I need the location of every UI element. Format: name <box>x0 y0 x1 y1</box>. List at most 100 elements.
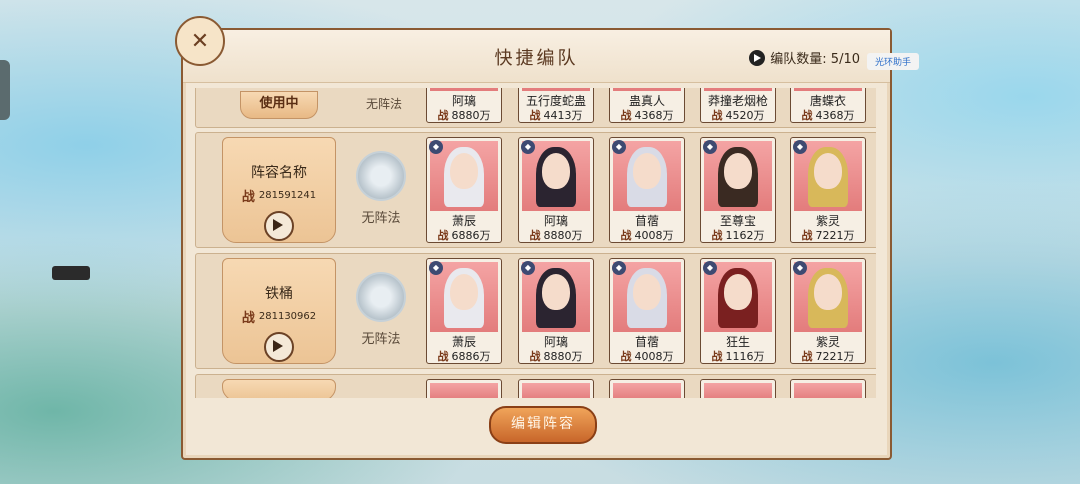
hero-face <box>724 153 752 189</box>
hero-power: 战 7221万 <box>801 229 855 242</box>
hero-face <box>633 274 661 310</box>
hero-power: 战 4008万 <box>620 350 674 363</box>
hero-power: 战 1116万 <box>711 350 765 363</box>
hero-portrait <box>430 383 498 398</box>
hero-face <box>724 274 752 310</box>
element-icon: ◆ <box>612 140 626 154</box>
element-icon: ◆ <box>521 140 535 154</box>
formation-slot[interactable]: 无阵法 <box>346 272 416 347</box>
team-row-active[interactable]: 使用中 无阵法 阿璃 战 8880万 五行度蛇蛊 战 4413万 蛊真人 战 4368… <box>195 88 876 128</box>
team-row-partial[interactable] <box>195 374 876 398</box>
power-icon: 战 <box>437 109 449 122</box>
element-icon: ◆ <box>703 140 717 154</box>
hero-face <box>542 153 570 189</box>
hero-power: 战 8880万 <box>437 109 491 122</box>
power-icon: 战 <box>711 229 723 242</box>
hero-card[interactable]: 五行度蛇蛊 战 4413万 <box>518 88 594 123</box>
hero-power: 战 6886万 <box>437 229 491 242</box>
close-cat-icon[interactable]: ✕ <box>175 16 225 66</box>
hero-card[interactable] <box>790 379 866 398</box>
hero-portrait <box>794 383 862 398</box>
helper-badge[interactable]: 光环助手 <box>867 53 920 70</box>
power-icon: 战 <box>711 109 723 122</box>
formation-label: 无阵法 <box>366 97 403 111</box>
power-icon: 战 <box>529 109 541 122</box>
team-power: 战 281591241 <box>223 186 335 205</box>
apply-team-button[interactable] <box>264 332 294 362</box>
hero-power: 战 4413万 <box>529 109 583 122</box>
power-icon: 战 <box>437 350 449 363</box>
team-row[interactable]: 铁桶 战 281130962 无阵法 ◆ 萧辰 战 6886万 ◆ 阿璃 战 8880… <box>195 253 876 369</box>
formation-label: 无阵法 <box>361 332 401 347</box>
hero-portrait <box>522 383 590 398</box>
hero-face <box>814 153 842 189</box>
formation-label: 无阵法 <box>361 211 401 226</box>
flag-icon <box>749 49 766 66</box>
hero-card[interactable]: ◆ 苜蓿 战 4008万 <box>609 137 685 243</box>
hero-power: 战 6886万 <box>437 350 491 363</box>
team-card[interactable] <box>222 379 336 398</box>
element-icon: ◆ <box>429 261 443 275</box>
hero-card[interactable]: ◆ 苜蓿 战 4008万 <box>609 258 685 364</box>
team-list[interactable]: 使用中 无阵法 阿璃 战 8880万 五行度蛇蛊 战 4413万 蛊真人 战 4368… <box>195 88 876 398</box>
hero-card[interactable] <box>426 379 502 398</box>
formation-icon <box>356 151 406 201</box>
hero-portrait <box>704 383 772 398</box>
hero-card[interactable]: 莽撞老烟枪 战 4520万 <box>700 88 776 123</box>
hero-face <box>633 153 661 189</box>
hero-power: 战 1162万 <box>711 229 765 242</box>
hero-card[interactable]: 唐蝶衣 战 4368万 <box>790 88 866 123</box>
team-name: 阵容名称 <box>251 165 307 181</box>
hero-power: 战 4008万 <box>620 229 674 242</box>
hero-power: 战 8880万 <box>529 229 583 242</box>
element-icon: ◆ <box>703 261 717 275</box>
map-tag <box>52 266 90 280</box>
hero-card[interactable]: ◆ 阿璃 战 8880万 <box>518 137 594 243</box>
apply-team-button[interactable] <box>264 211 294 241</box>
hero-face <box>542 274 570 310</box>
power-icon: 战 <box>241 311 255 326</box>
edit-team-button[interactable]: 编辑阵容 <box>489 406 597 444</box>
hero-power: 战 4368万 <box>620 109 674 122</box>
hero-face <box>450 274 478 310</box>
hero-card[interactable]: 阿璃 战 8880万 <box>426 88 502 123</box>
hero-portrait <box>522 88 590 91</box>
hero-card[interactable] <box>609 379 685 398</box>
power-icon: 战 <box>801 109 813 122</box>
hero-card[interactable]: ◆ 阿璃 战 8880万 <box>518 258 594 364</box>
hero-portrait <box>613 383 681 398</box>
power-icon: 战 <box>437 229 449 242</box>
in-use-badge: 使用中 <box>240 91 318 119</box>
element-icon: ◆ <box>793 140 807 154</box>
hero-power: 战 4520万 <box>711 109 765 122</box>
power-icon: 战 <box>711 350 723 363</box>
hero-power: 战 8880万 <box>529 350 583 363</box>
power-icon: 战 <box>801 350 813 363</box>
power-icon: 战 <box>620 350 632 363</box>
side-handle[interactable] <box>0 60 10 120</box>
hero-card[interactable] <box>518 379 594 398</box>
hero-card[interactable]: ◆ 狂生 战 1116万 <box>700 258 776 364</box>
hero-card[interactable] <box>700 379 776 398</box>
element-icon: ◆ <box>793 261 807 275</box>
power-icon: 战 <box>529 229 541 242</box>
power-icon: 战 <box>620 109 632 122</box>
team-card[interactable]: 铁桶 战 281130962 <box>222 258 336 364</box>
formation-slot[interactable]: 无阵法 <box>346 151 416 226</box>
hero-power: 战 4368万 <box>801 109 855 122</box>
hero-card[interactable]: ◆ 紫灵 战 7221万 <box>790 137 866 243</box>
power-icon: 战 <box>529 350 541 363</box>
team-power: 战 281130962 <box>223 307 335 326</box>
hero-card[interactable]: ◆ 至尊宝 战 1162万 <box>700 137 776 243</box>
hero-power: 战 7221万 <box>801 350 855 363</box>
team-card[interactable]: 阵容名称 战 281591241 <box>222 137 336 243</box>
hero-portrait <box>794 88 862 91</box>
hero-card[interactable]: 蛊真人 战 4368万 <box>609 88 685 123</box>
quick-team-panel: 快捷编队 编队数量: 5/10 ✕ 使用中 无阵法 阿璃 战 8880万 五行度蛇… <box>175 16 892 460</box>
hero-portrait <box>704 88 772 91</box>
team-row[interactable]: 阵容名称 战 281591241 无阵法 ◆ 萧辰 战 6886万 ◆ 阿璃 战 88… <box>195 132 876 248</box>
hero-card[interactable]: ◆ 紫灵 战 7221万 <box>790 258 866 364</box>
formation-icon <box>356 272 406 322</box>
hero-card[interactable]: ◆ 萧辰 战 6886万 <box>426 137 502 243</box>
hero-card[interactable]: ◆ 萧辰 战 6886万 <box>426 258 502 364</box>
